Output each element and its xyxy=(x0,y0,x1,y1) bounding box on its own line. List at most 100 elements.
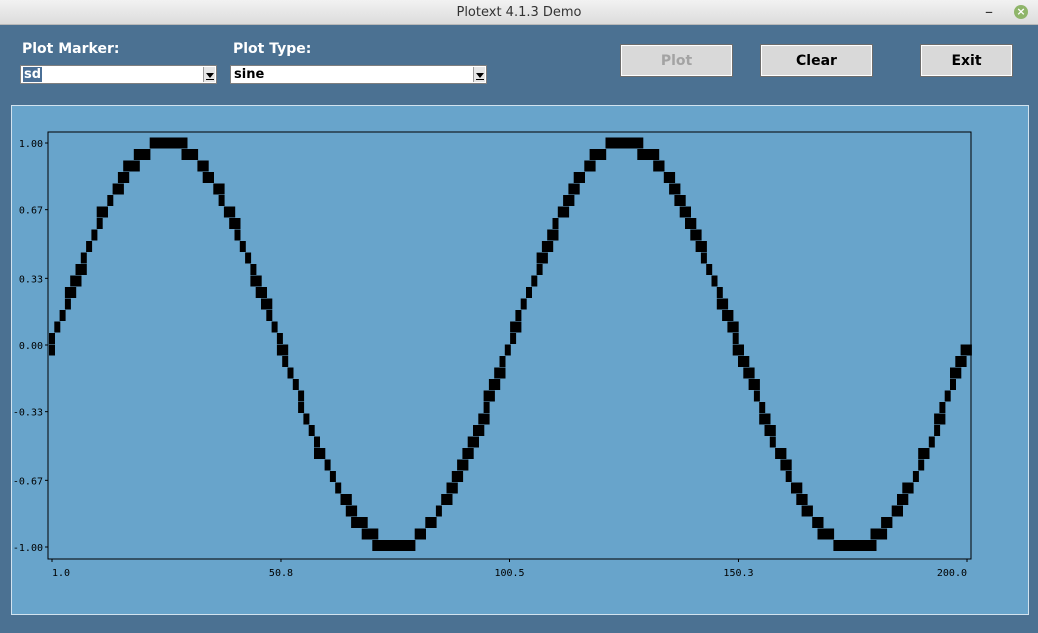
data-point xyxy=(351,505,358,517)
data-point xyxy=(181,137,188,149)
clear-button[interactable]: Clear xyxy=(760,44,873,77)
data-point xyxy=(679,206,686,218)
data-point xyxy=(743,367,750,379)
data-point xyxy=(743,356,750,367)
data-point xyxy=(780,448,787,459)
data-point xyxy=(282,344,289,356)
data-point xyxy=(732,321,739,333)
sine-plot: 1.00 0.67 0.33 0.00 -0.33 -0.67 -1.00 1.0 50.8 1… xyxy=(13,131,972,579)
data-point xyxy=(552,229,559,241)
data-point xyxy=(748,379,755,390)
data-point xyxy=(928,436,935,448)
x-tick-label: 150.3 xyxy=(723,568,753,579)
data-point xyxy=(801,505,808,517)
data-point xyxy=(451,471,458,482)
data-point xyxy=(600,149,607,160)
data-point xyxy=(139,149,146,160)
data-point xyxy=(642,149,649,160)
data-point xyxy=(229,206,236,218)
data-point xyxy=(345,505,352,517)
data-point xyxy=(515,310,522,321)
data-point xyxy=(849,540,856,551)
data-point xyxy=(462,459,469,471)
plot-type-combobox[interactable]: sine xyxy=(230,65,487,84)
data-point xyxy=(504,344,511,356)
data-point xyxy=(610,137,617,149)
data-point xyxy=(165,137,172,149)
data-point xyxy=(107,195,114,206)
data-point xyxy=(817,528,824,540)
data-point xyxy=(637,137,644,149)
exit-button[interactable]: Exit xyxy=(920,44,1013,77)
data-point xyxy=(955,356,962,367)
data-point xyxy=(589,160,596,172)
data-point xyxy=(234,229,241,241)
data-point xyxy=(361,528,368,540)
data-point xyxy=(950,379,956,390)
data-point xyxy=(276,344,283,356)
data-point xyxy=(117,183,124,195)
plot-marker-label: Plot Marker: xyxy=(22,41,120,57)
chevron-down-icon[interactable] xyxy=(203,67,215,82)
data-point xyxy=(202,160,209,172)
data-point xyxy=(245,252,252,264)
data-point xyxy=(796,482,803,494)
data-point xyxy=(170,137,177,149)
plot-type-value[interactable]: sine xyxy=(233,67,265,82)
data-point xyxy=(653,149,660,160)
data-point xyxy=(510,333,517,344)
plot-button[interactable]: Plot xyxy=(620,44,733,77)
data-point xyxy=(488,390,495,402)
data-point xyxy=(738,356,744,367)
data-point xyxy=(367,528,373,540)
data-point xyxy=(255,275,262,287)
data-point xyxy=(208,172,214,183)
data-point xyxy=(944,390,951,402)
data-point xyxy=(939,413,946,425)
data-point xyxy=(912,471,919,482)
data-point xyxy=(573,183,580,195)
data-point xyxy=(833,540,840,551)
data-point xyxy=(102,206,108,218)
data-point xyxy=(637,149,644,160)
data-point xyxy=(446,482,453,494)
data-point xyxy=(80,264,87,275)
data-point xyxy=(345,494,352,505)
data-point xyxy=(250,264,257,275)
data-point xyxy=(314,448,320,459)
data-point xyxy=(356,517,363,528)
data-point xyxy=(186,149,193,160)
data-point xyxy=(700,241,707,252)
chevron-down-icon[interactable] xyxy=(473,67,485,82)
data-point xyxy=(780,459,787,471)
data-point xyxy=(96,218,103,229)
data-point xyxy=(541,241,548,252)
window-title: Plotext 4.1.3 Demo xyxy=(456,5,582,20)
data-point xyxy=(844,540,850,551)
data-point xyxy=(361,517,368,528)
minimize-icon[interactable]: – xyxy=(982,2,996,21)
close-icon[interactable]: × xyxy=(1014,5,1028,19)
data-point xyxy=(223,206,230,218)
data-point xyxy=(722,310,729,321)
data-point xyxy=(382,540,389,551)
data-point xyxy=(446,494,453,505)
data-point xyxy=(351,517,358,528)
data-point xyxy=(547,229,554,241)
data-point xyxy=(594,149,601,160)
data-point xyxy=(679,195,686,206)
plot-marker-value[interactable]: sd xyxy=(23,67,43,82)
plot-canvas: 1.00 0.67 0.33 0.00 -0.33 -0.67 -1.00 1.0 50.8 1… xyxy=(11,105,1029,615)
x-tick-label: 1.0 xyxy=(52,568,70,579)
data-point xyxy=(499,367,506,379)
data-point xyxy=(510,321,517,333)
data-point xyxy=(902,494,909,505)
data-point xyxy=(70,287,77,298)
y-tick-label: 0.00 xyxy=(19,341,43,352)
data-point xyxy=(303,413,310,425)
data-point xyxy=(430,517,437,528)
data-point xyxy=(711,275,718,287)
data-point xyxy=(314,436,320,448)
plot-marker-combobox[interactable]: sd xyxy=(20,65,217,84)
data-point xyxy=(579,172,585,183)
